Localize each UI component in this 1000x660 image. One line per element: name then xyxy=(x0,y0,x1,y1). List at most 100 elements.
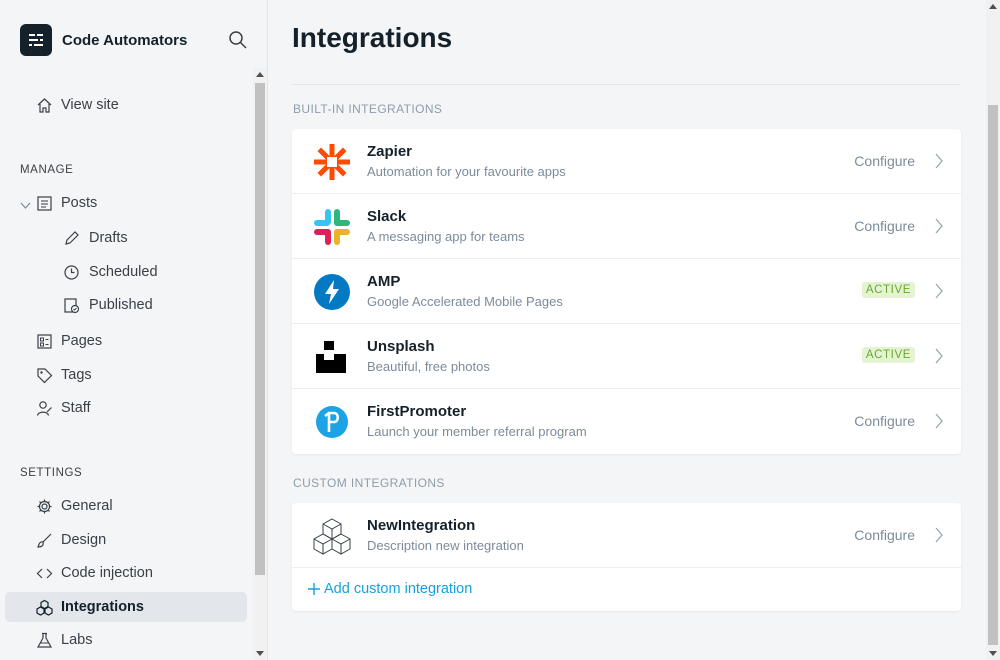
integration-description: Automation for your favourite apps xyxy=(367,164,566,179)
sidebar-item-label: Design xyxy=(61,532,107,548)
home-icon xyxy=(36,97,53,114)
sidebar-item-label: Staff xyxy=(61,400,91,416)
add-custom-integration-button[interactable]: Add custom integration xyxy=(292,568,961,611)
integration-description: Beautiful, free photos xyxy=(367,359,490,374)
firstpromoter-icon xyxy=(313,403,351,441)
sidebar-nav: View site MANAGE Posts Drafts Scheduled … xyxy=(0,68,252,660)
integration-description: Description new integration xyxy=(367,538,524,553)
chevron-down-icon[interactable] xyxy=(20,198,31,209)
chevron-right-icon xyxy=(934,413,944,429)
sidebar-item-scheduled[interactable]: Scheduled xyxy=(5,257,247,287)
add-custom-integration-label: Add custom integration xyxy=(324,581,473,597)
scroll-down-arrow-icon[interactable] xyxy=(256,651,264,656)
amp-icon xyxy=(313,273,351,311)
unsplash-icon xyxy=(313,338,351,376)
sidebar-item-label: Published xyxy=(89,297,153,313)
sidebar-item-label: Drafts xyxy=(89,230,128,246)
integration-row-unsplash[interactable]: Unsplash Beautiful, free photos ACTIVE xyxy=(292,324,961,389)
site-logo-icon xyxy=(20,24,52,56)
sidebar-item-label: Scheduled xyxy=(89,264,158,280)
sidebar-item-label: View site xyxy=(61,97,119,113)
sidebar-item-drafts[interactable]: Drafts xyxy=(5,223,247,253)
sidebar-item-labs[interactable]: Labs xyxy=(5,625,247,655)
sidebar-item-label: Labs xyxy=(61,632,93,648)
configure-link[interactable]: Configure xyxy=(854,153,915,169)
builtin-integrations-heading: BUILT-IN INTEGRATIONS xyxy=(293,102,443,116)
chevron-right-icon xyxy=(934,527,944,543)
pages-icon xyxy=(36,333,53,350)
pencil-icon xyxy=(63,230,80,247)
brand[interactable]: Code Automators xyxy=(20,24,187,56)
page-scrollbar-thumb[interactable] xyxy=(988,105,998,645)
integration-name: Slack xyxy=(367,208,407,225)
staff-icon xyxy=(36,400,53,417)
sidebar-item-staff[interactable]: Staff xyxy=(5,393,247,423)
sidebar-item-tags[interactable]: Tags xyxy=(5,360,247,390)
integration-row-zapier[interactable]: Zapier Automation for your favourite app… xyxy=(292,129,961,194)
site-name: Code Automators xyxy=(62,31,188,49)
sidebar-item-label: Pages xyxy=(61,333,103,349)
sidebar-scrollbar[interactable] xyxy=(253,68,267,660)
posts-icon xyxy=(36,195,53,212)
plus-icon xyxy=(307,582,321,596)
search-icon[interactable] xyxy=(228,30,248,50)
integration-description: Google Accelerated Mobile Pages xyxy=(367,294,563,309)
integrations-icon xyxy=(36,599,53,616)
published-icon xyxy=(63,297,80,314)
scroll-up-arrow-icon[interactable] xyxy=(989,4,997,9)
sidebar-item-published[interactable]: Published xyxy=(5,290,247,320)
sidebar-item-label: Code injection xyxy=(61,565,153,581)
sidebar-item-label: Tags xyxy=(61,367,92,383)
integration-name: Zapier xyxy=(367,143,413,160)
zapier-icon xyxy=(313,143,351,181)
settings-heading: SETTINGS xyxy=(20,467,83,479)
code-icon xyxy=(36,565,53,582)
clock-icon xyxy=(63,264,80,281)
slack-icon xyxy=(313,208,351,246)
tag-icon xyxy=(36,367,53,384)
sidebar-item-general[interactable]: General xyxy=(5,491,247,521)
integration-row-newintegration[interactable]: NewIntegration Description new integrati… xyxy=(292,503,961,568)
scroll-down-arrow-icon[interactable] xyxy=(989,651,997,656)
integration-row-slack[interactable]: Slack A messaging app for teams Configur… xyxy=(292,194,961,259)
sidebar-item-design[interactable]: Design xyxy=(5,525,247,555)
sidebar-item-pages[interactable]: Pages xyxy=(5,326,247,356)
main-content: Integrations BUILT-IN INTEGRATIONS Zapie… xyxy=(268,0,986,660)
active-status-badge: ACTIVE xyxy=(861,282,915,298)
integration-description: Launch your member referral program xyxy=(367,424,587,439)
integration-name: NewIntegration xyxy=(367,517,476,534)
integration-name: Unsplash xyxy=(367,338,435,355)
sidebar-item-label: Integrations xyxy=(61,599,144,615)
scroll-up-arrow-icon[interactable] xyxy=(256,72,264,77)
integration-description: A messaging app for teams xyxy=(367,229,525,244)
chevron-right-icon xyxy=(934,283,944,299)
manage-heading: MANAGE xyxy=(20,164,74,176)
integration-row-amp[interactable]: AMP Google Accelerated Mobile Pages ACTI… xyxy=(292,259,961,324)
sidebar-item-integrations[interactable]: Integrations xyxy=(5,592,247,622)
chevron-right-icon xyxy=(934,348,944,364)
integration-name: FirstPromoter xyxy=(367,403,467,420)
chevron-right-icon xyxy=(934,218,944,234)
brush-icon xyxy=(36,532,53,549)
integration-name: AMP xyxy=(367,273,401,290)
sidebar-item-label: General xyxy=(61,498,113,514)
flask-icon xyxy=(36,632,53,649)
active-status-badge: ACTIVE xyxy=(861,347,915,363)
sidebar-item-label: Posts xyxy=(61,195,98,211)
configure-link[interactable]: Configure xyxy=(854,413,915,429)
configure-link[interactable]: Configure xyxy=(854,527,915,543)
sidebar-scrollbar-thumb[interactable] xyxy=(255,83,265,575)
integration-row-firstpromoter[interactable]: FirstPromoter Launch your member referra… xyxy=(292,389,961,454)
builtin-integrations-list: Zapier Automation for your favourite app… xyxy=(292,129,961,454)
page-scrollbar[interactable] xyxy=(986,0,1000,660)
custom-integrations-list: NewIntegration Description new integrati… xyxy=(292,503,961,611)
sidebar-item-code-injection[interactable]: Code injection xyxy=(5,558,247,588)
sidebar-item-posts[interactable]: Posts xyxy=(5,188,247,218)
title-divider xyxy=(292,84,960,85)
gear-icon xyxy=(36,498,53,515)
chevron-right-icon xyxy=(934,153,944,169)
configure-link[interactable]: Configure xyxy=(854,218,915,234)
sidebar: Code Automators View site MANAGE Posts D… xyxy=(0,0,268,660)
cubes-icon xyxy=(313,517,351,555)
sidebar-item-view-site[interactable]: View site xyxy=(5,90,247,120)
